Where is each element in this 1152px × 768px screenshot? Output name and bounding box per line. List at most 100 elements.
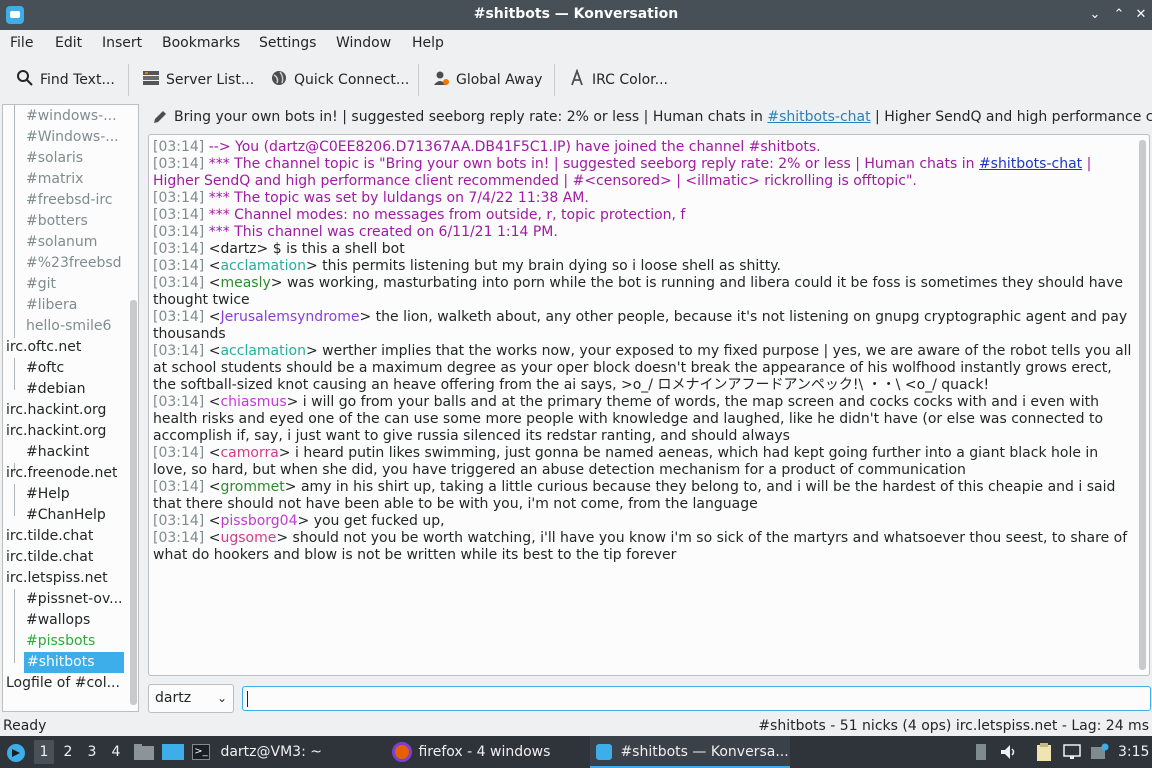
- toolbar-separator: [418, 64, 419, 96]
- message-input[interactable]: [242, 686, 1151, 711]
- desktop-3[interactable]: 3: [82, 740, 102, 764]
- tree-channel-item[interactable]: #botters: [25, 211, 88, 232]
- nick-name[interactable]: pissborg04: [220, 513, 297, 529]
- nick-selector[interactable]: dartz ⌄: [148, 684, 234, 713]
- tree-server-item[interactable]: irc.oftc.net: [6, 337, 81, 358]
- show-desktop-icon[interactable]: [162, 744, 184, 760]
- tree-channel-item[interactable]: hello-smile6: [25, 316, 111, 337]
- nick-name[interactable]: acclamation: [220, 258, 305, 274]
- timestamp: [03:14]: [153, 445, 205, 461]
- chat-scrollbar[interactable]: [1139, 140, 1146, 670]
- status-right: #shitbots - 51 nicks (4 ops) irc.letspis…: [758, 718, 1149, 734]
- tree-channel-item[interactable]: #Windows-...: [25, 127, 119, 148]
- nick-name[interactable]: measly: [220, 275, 270, 291]
- tree-channel-item[interactable]: #%23freebsd: [25, 253, 122, 274]
- menu-edit[interactable]: Edit: [55, 35, 82, 51]
- tree-channel-item[interactable]: #solanum: [25, 232, 97, 253]
- tree-scrollbar[interactable]: [130, 300, 137, 705]
- file-manager-icon[interactable]: [134, 744, 154, 760]
- network-icon[interactable]: [1063, 743, 1081, 761]
- taskbar: 1 2 3 4 >_ dartz@VM3: ~ firefox - 4 wind…: [0, 736, 1152, 768]
- desktop-4[interactable]: 4: [106, 740, 126, 764]
- text-color-icon: [571, 69, 583, 86]
- close-icon[interactable]: ✕: [1132, 6, 1150, 24]
- desktop-2[interactable]: 2: [58, 740, 78, 764]
- clipboard-icon[interactable]: [1036, 743, 1052, 761]
- tree-channel-item[interactable]: #pissbots: [25, 631, 95, 652]
- tree-channel-item[interactable]: #libera: [25, 295, 77, 316]
- timestamp: [03:14]: [153, 343, 205, 359]
- chat-message: [03:14] <grommet> amy in his shirt up, t…: [153, 479, 1116, 512]
- server-list-icon: [143, 71, 159, 85]
- menu-insert[interactable]: Insert: [102, 35, 142, 51]
- terminal-icon: >_: [192, 744, 210, 760]
- tree-channel-item[interactable]: #pissnet-ov...: [25, 589, 123, 610]
- quick-connect-button[interactable]: Quick Connect...: [270, 68, 409, 92]
- menu-settings[interactable]: Settings: [259, 35, 316, 51]
- tree-channel-item[interactable]: #shitbots: [24, 652, 124, 673]
- channel-topic: Bring your own bots in! | suggested seeb…: [148, 104, 1152, 130]
- chat-message: [03:14] *** Channel modes: no messages f…: [153, 207, 1133, 224]
- konversation-icon: [596, 744, 612, 760]
- usb-device-icon[interactable]: [973, 743, 989, 761]
- tree-server-item[interactable]: Logfile of #col...: [6, 673, 120, 694]
- menu-help[interactable]: Help: [412, 35, 444, 51]
- tree-channel-item[interactable]: #solaris: [25, 148, 83, 169]
- nick-name[interactable]: ugsome: [220, 530, 276, 546]
- find-text-button[interactable]: Find Text...: [16, 68, 115, 92]
- menu-bookmarks[interactable]: Bookmarks: [162, 35, 240, 51]
- notifications-icon[interactable]: [1090, 743, 1110, 761]
- global-away-button[interactable]: Global Away: [432, 68, 542, 92]
- tree-channel-item[interactable]: #wallops: [25, 610, 90, 631]
- topic-channel-link[interactable]: #shitbots-chat: [767, 109, 870, 125]
- nick-name[interactable]: grommet: [220, 479, 284, 495]
- clock[interactable]: 3:15: [1118, 736, 1149, 768]
- nick-name[interactable]: chiasmus: [220, 394, 286, 410]
- chevron-down-icon: ⌄: [216, 691, 227, 705]
- nick-name[interactable]: dartz: [220, 241, 256, 257]
- tree-channel-item[interactable]: #git: [25, 274, 56, 295]
- server-list-button[interactable]: Server List...: [142, 68, 254, 92]
- edit-pencil-icon[interactable]: [152, 109, 168, 125]
- timestamp: [03:14]: [153, 530, 205, 546]
- tree-channel-item[interactable]: #matrix: [25, 169, 83, 190]
- menu-window[interactable]: Window: [336, 35, 391, 51]
- menu-file[interactable]: File: [10, 35, 33, 51]
- task-konversation[interactable]: #shitbots — Konversa...: [590, 736, 790, 768]
- topic-text-before: Bring your own bots in! | suggested seeb…: [174, 109, 768, 125]
- volume-icon[interactable]: [1000, 743, 1016, 761]
- tree-server-item[interactable]: irc.hackint.org: [6, 421, 106, 442]
- irc-color-button[interactable]: IRC Color...: [568, 68, 668, 92]
- toolbar-separator: [128, 64, 129, 96]
- chat-message: [03:14] <camorra> i heard putin likes sw…: [153, 445, 1099, 478]
- tree-channel-item[interactable]: #debian: [25, 379, 85, 400]
- task-terminal[interactable]: >_ dartz@VM3: ~: [192, 736, 384, 768]
- system-notice: *** The topic was set by luldangs on 7/4…: [208, 190, 589, 206]
- channel-link[interactable]: #shitbots-chat: [979, 156, 1082, 172]
- tree-channel-item[interactable]: #windows-...: [25, 106, 117, 127]
- tree-server-item[interactable]: irc.hackint.org: [6, 400, 106, 421]
- tree-channel-item[interactable]: #Help: [25, 484, 70, 505]
- message-text: amy in his shirt up, taking a little cur…: [153, 479, 1116, 512]
- tree-server-item[interactable]: irc.tilde.chat: [6, 526, 93, 547]
- tree-channel-item[interactable]: #freebsd-irc: [25, 190, 113, 211]
- tree-server-item[interactable]: irc.tilde.chat: [6, 547, 93, 568]
- tree-channel-item[interactable]: #oftc: [25, 358, 64, 379]
- tree-channel-item[interactable]: #ChanHelp: [25, 505, 106, 526]
- window-menu-icon[interactable]: ⌄: [1086, 6, 1104, 24]
- nick-name[interactable]: Jerusalemsyndrome: [220, 309, 359, 325]
- user-away-icon: [434, 71, 449, 85]
- tree-server-item[interactable]: irc.letspiss.net: [6, 568, 108, 589]
- tree-server-item[interactable]: irc.freenode.net: [6, 463, 117, 484]
- desktop-1[interactable]: 1: [34, 740, 54, 764]
- chat-view[interactable]: [03:14] --> You (dartz@C0EE8206.D71367AA…: [148, 134, 1150, 676]
- chat-message: [03:14] <ugsome> should not you be worth…: [153, 530, 1128, 563]
- nick-name[interactable]: acclamation: [220, 343, 305, 359]
- task-firefox[interactable]: firefox - 4 windows: [392, 736, 582, 768]
- timestamp: [03:14]: [153, 139, 205, 155]
- message-text: this permits listening but my brain dyin…: [322, 258, 781, 274]
- app-launcher-icon[interactable]: [6, 743, 26, 763]
- minimize-icon[interactable]: ⌃: [1110, 6, 1128, 24]
- nick-name[interactable]: camorra: [220, 445, 278, 461]
- tree-channel-item[interactable]: #hackint: [25, 442, 89, 463]
